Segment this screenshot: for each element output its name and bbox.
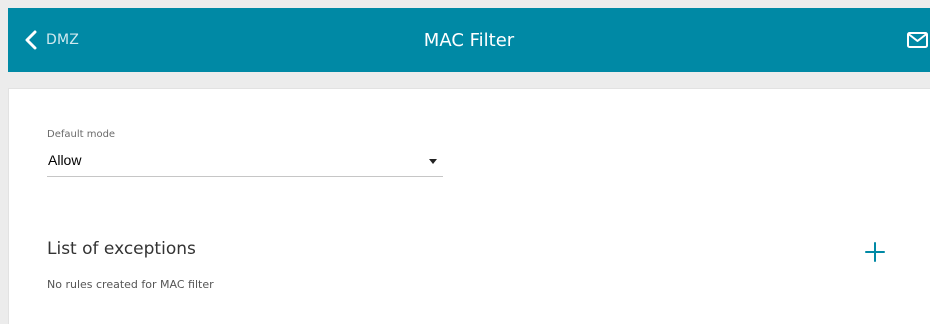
back-button[interactable]: DMZ (24, 8, 79, 72)
mail-icon[interactable] (906, 30, 930, 50)
back-label: DMZ (46, 32, 80, 48)
content-card: Default mode Allow List of exceptions No… (8, 88, 930, 324)
default-mode-select[interactable]: Allow (47, 147, 443, 177)
exceptions-title: List of exceptions (47, 239, 196, 259)
empty-rules-message: No rules created for MAC filter (47, 278, 214, 291)
page-title: MAC Filter (423, 29, 515, 51)
plus-icon[interactable] (862, 239, 888, 265)
dropdown-arrow-icon (429, 159, 437, 164)
default-mode-label: Default mode (47, 129, 116, 140)
top-bar: DMZ MAC Filter (8, 8, 930, 72)
chevron-left-icon (25, 30, 37, 50)
default-mode-value: Allow (48, 152, 82, 168)
